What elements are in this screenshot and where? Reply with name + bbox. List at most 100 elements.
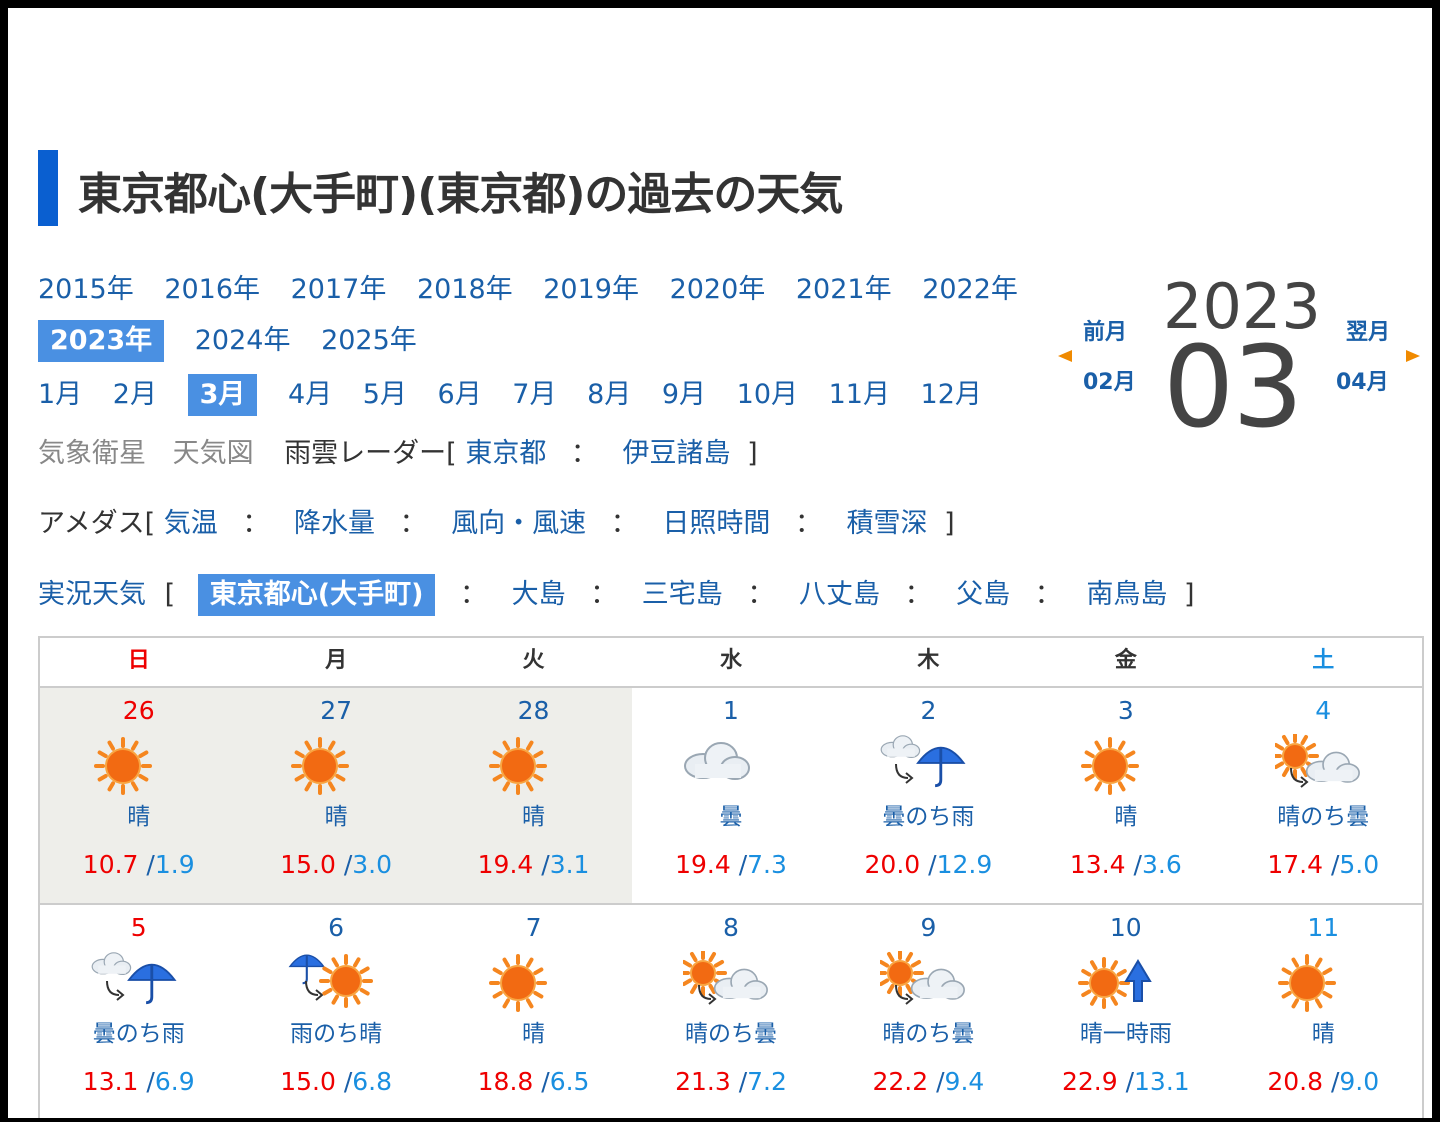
actual-miyake-link[interactable]: 三宅島 bbox=[642, 575, 723, 615]
sun-icon bbox=[40, 734, 237, 798]
month-link-4[interactable]: 4月 bbox=[288, 375, 332, 415]
year-link-2017[interactable]: 2017年 bbox=[291, 270, 387, 310]
weather-desc: 曇のち雨 bbox=[882, 804, 975, 830]
calendar-day[interactable]: 1 曇 19.4 /7.3 bbox=[632, 688, 829, 903]
temp-low: 13.1 bbox=[1134, 1067, 1190, 1096]
temp-low: 3.1 bbox=[549, 850, 590, 879]
satellite-link[interactable]: 気象衛星 bbox=[38, 434, 146, 474]
temp-low: 6.8 bbox=[352, 1067, 393, 1096]
radar-tokyo-link[interactable]: 東京都 bbox=[465, 434, 546, 474]
calendar-day[interactable]: 8 晴のち曇 21.3 /7.2 bbox=[632, 905, 829, 1118]
day-number: 2 bbox=[920, 696, 937, 725]
month-selected-3[interactable]: 3月 bbox=[187, 374, 258, 416]
calendar-week: 26 晴 10.7 /1.9 27 晴 15.0 /3.0 28 晴 19.4 … bbox=[40, 688, 1422, 905]
year-link-2025[interactable]: 2025年 bbox=[321, 321, 417, 361]
day-number: 26 bbox=[122, 696, 155, 725]
year-link-2018[interactable]: 2018年 bbox=[417, 270, 513, 310]
temp-high: 22.2 bbox=[872, 1067, 929, 1096]
actual-chichi-link[interactable]: 父島 bbox=[956, 575, 1010, 615]
calendar-day[interactable]: 2 曇のち雨 20.0 /12.9 bbox=[830, 688, 1027, 903]
calendar-day[interactable]: 9 晴のち曇 22.2 /9.4 bbox=[830, 905, 1027, 1118]
weather-desc: 晴 bbox=[522, 804, 546, 830]
month-link-9[interactable]: 9月 bbox=[662, 375, 706, 415]
year-link-2021[interactable]: 2021年 bbox=[796, 270, 892, 310]
month-link-5[interactable]: 5月 bbox=[363, 375, 407, 415]
day-number: 11 bbox=[1307, 913, 1340, 942]
year-selected-2023[interactable]: 2023年 bbox=[38, 320, 165, 362]
month-link-11[interactable]: 11月 bbox=[829, 375, 890, 415]
sun-icon bbox=[435, 734, 632, 798]
rain-then-sun-icon bbox=[237, 951, 434, 1015]
next-month-link[interactable]: 04月 bbox=[1336, 364, 1389, 396]
weather-desc: 晴 bbox=[522, 1021, 546, 1047]
temp-high: 20.0 bbox=[864, 850, 921, 879]
year-link-2019[interactable]: 2019年 bbox=[543, 270, 639, 310]
year-link-2016[interactable]: 2016年 bbox=[164, 270, 260, 310]
amedas-rain-link[interactable]: 降水量 bbox=[294, 504, 375, 544]
arrow-right-icon[interactable] bbox=[1406, 350, 1420, 362]
month-link-12[interactable]: 12月 bbox=[921, 375, 982, 415]
separator: ： bbox=[610, 508, 638, 539]
weather-calendar: 日 月 火 水 木 金 土 26 晴 10.7 /1.9 27 晴 15.0 /… bbox=[38, 636, 1424, 1118]
temperature: 18.8 /6.5 bbox=[435, 1067, 632, 1097]
amedas-snow-link[interactable]: 積雪深 bbox=[847, 504, 928, 544]
actual-hachijo-link[interactable]: 八丈島 bbox=[799, 575, 880, 615]
month-link-7[interactable]: 7月 bbox=[512, 375, 556, 415]
month-link-10[interactable]: 10月 bbox=[737, 375, 798, 415]
month-link-1[interactable]: 1月 bbox=[38, 375, 82, 415]
calendar-day[interactable]: 3 晴 13.4 /3.6 bbox=[1027, 688, 1224, 903]
calendar-day[interactable]: 11 晴 20.8 /9.0 bbox=[1225, 905, 1422, 1118]
temp-separator: / bbox=[936, 1067, 945, 1096]
temp-high: 15.0 bbox=[280, 1067, 336, 1096]
calendar-day[interactable]: 4 晴のち曇 17.4 /5.0 bbox=[1225, 688, 1422, 903]
actual-minami-link[interactable]: 南鳥島 bbox=[1086, 575, 1167, 615]
calendar-day[interactable]: 26 晴 10.7 /1.9 bbox=[40, 688, 238, 903]
sun-then-cloud-icon bbox=[830, 951, 1027, 1015]
temp-low: 9.4 bbox=[944, 1067, 985, 1096]
temp-high: 21.3 bbox=[675, 1067, 731, 1096]
open-bracket: [ bbox=[164, 579, 176, 610]
calendar-day[interactable]: 5 曇のち雨 13.1 /6.9 bbox=[40, 905, 237, 1118]
calendar-day[interactable]: 7 晴 18.8 /6.5 bbox=[435, 905, 632, 1118]
temp-low: 3.0 bbox=[352, 850, 393, 879]
amedas-sun-link[interactable]: 日照時間 bbox=[662, 504, 770, 544]
weather-map-link[interactable]: 天気図 bbox=[173, 434, 254, 474]
day-number: 6 bbox=[328, 913, 345, 942]
temp-high: 15.0 bbox=[280, 850, 336, 879]
calendar-day[interactable]: 28 晴 19.4 /3.1 bbox=[434, 688, 633, 903]
day-number: 9 bbox=[920, 913, 937, 942]
calendar-day[interactable]: 6 雨のち晴 15.0 /6.8 bbox=[237, 905, 434, 1118]
calendar-day[interactable]: 27 晴 15.0 /3.0 bbox=[237, 688, 435, 903]
day-number: 4 bbox=[1315, 696, 1332, 725]
radar-izu-link[interactable]: 伊豆諸島 bbox=[623, 434, 731, 474]
amedas-wind-link[interactable]: 風向・風速 bbox=[451, 504, 586, 544]
year-link-2015[interactable]: 2015年 bbox=[38, 270, 134, 310]
actual-selected-otemachi[interactable]: 東京都心(大手町) bbox=[197, 574, 436, 616]
arrow-left-icon[interactable] bbox=[1058, 350, 1072, 362]
temp-separator: / bbox=[541, 850, 550, 879]
year-link-2024[interactable]: 2024年 bbox=[195, 321, 291, 361]
day-number: 8 bbox=[723, 913, 739, 942]
prev-month-link[interactable]: 02月 bbox=[1083, 364, 1136, 396]
actual-weather-link[interactable]: 実況天気 bbox=[38, 575, 146, 615]
year-link-2022[interactable]: 2022年 bbox=[922, 270, 1018, 310]
next-month-label[interactable]: 翌月 bbox=[1346, 314, 1390, 346]
amedas-temp-link[interactable]: 気温 bbox=[164, 504, 218, 544]
temperature: 21.3 /7.2 bbox=[632, 1067, 829, 1097]
actual-oshima-link[interactable]: 大島 bbox=[512, 575, 566, 615]
weekday-thu: 木 bbox=[917, 648, 940, 673]
calendar-day[interactable]: 10 晴一時雨 22.9 /13.1 bbox=[1027, 905, 1224, 1118]
prev-month-label[interactable]: 前月 bbox=[1083, 314, 1127, 346]
day-number: 3 bbox=[1117, 696, 1134, 725]
radar-label: 雨雲レーダー[ bbox=[284, 438, 457, 469]
year-link-2020[interactable]: 2020年 bbox=[670, 270, 766, 310]
month-link-8[interactable]: 8月 bbox=[587, 375, 631, 415]
temperature: 10.7 /1.9 bbox=[40, 850, 237, 880]
separator: ： bbox=[460, 579, 488, 610]
month-link-2[interactable]: 2月 bbox=[113, 375, 157, 415]
close-bracket: ] bbox=[944, 508, 955, 539]
temp-separator: / bbox=[1133, 850, 1142, 879]
temp-high: 22.9 bbox=[1061, 1067, 1118, 1096]
temperature: 15.0 /6.8 bbox=[237, 1067, 434, 1097]
month-link-6[interactable]: 6月 bbox=[438, 375, 482, 415]
